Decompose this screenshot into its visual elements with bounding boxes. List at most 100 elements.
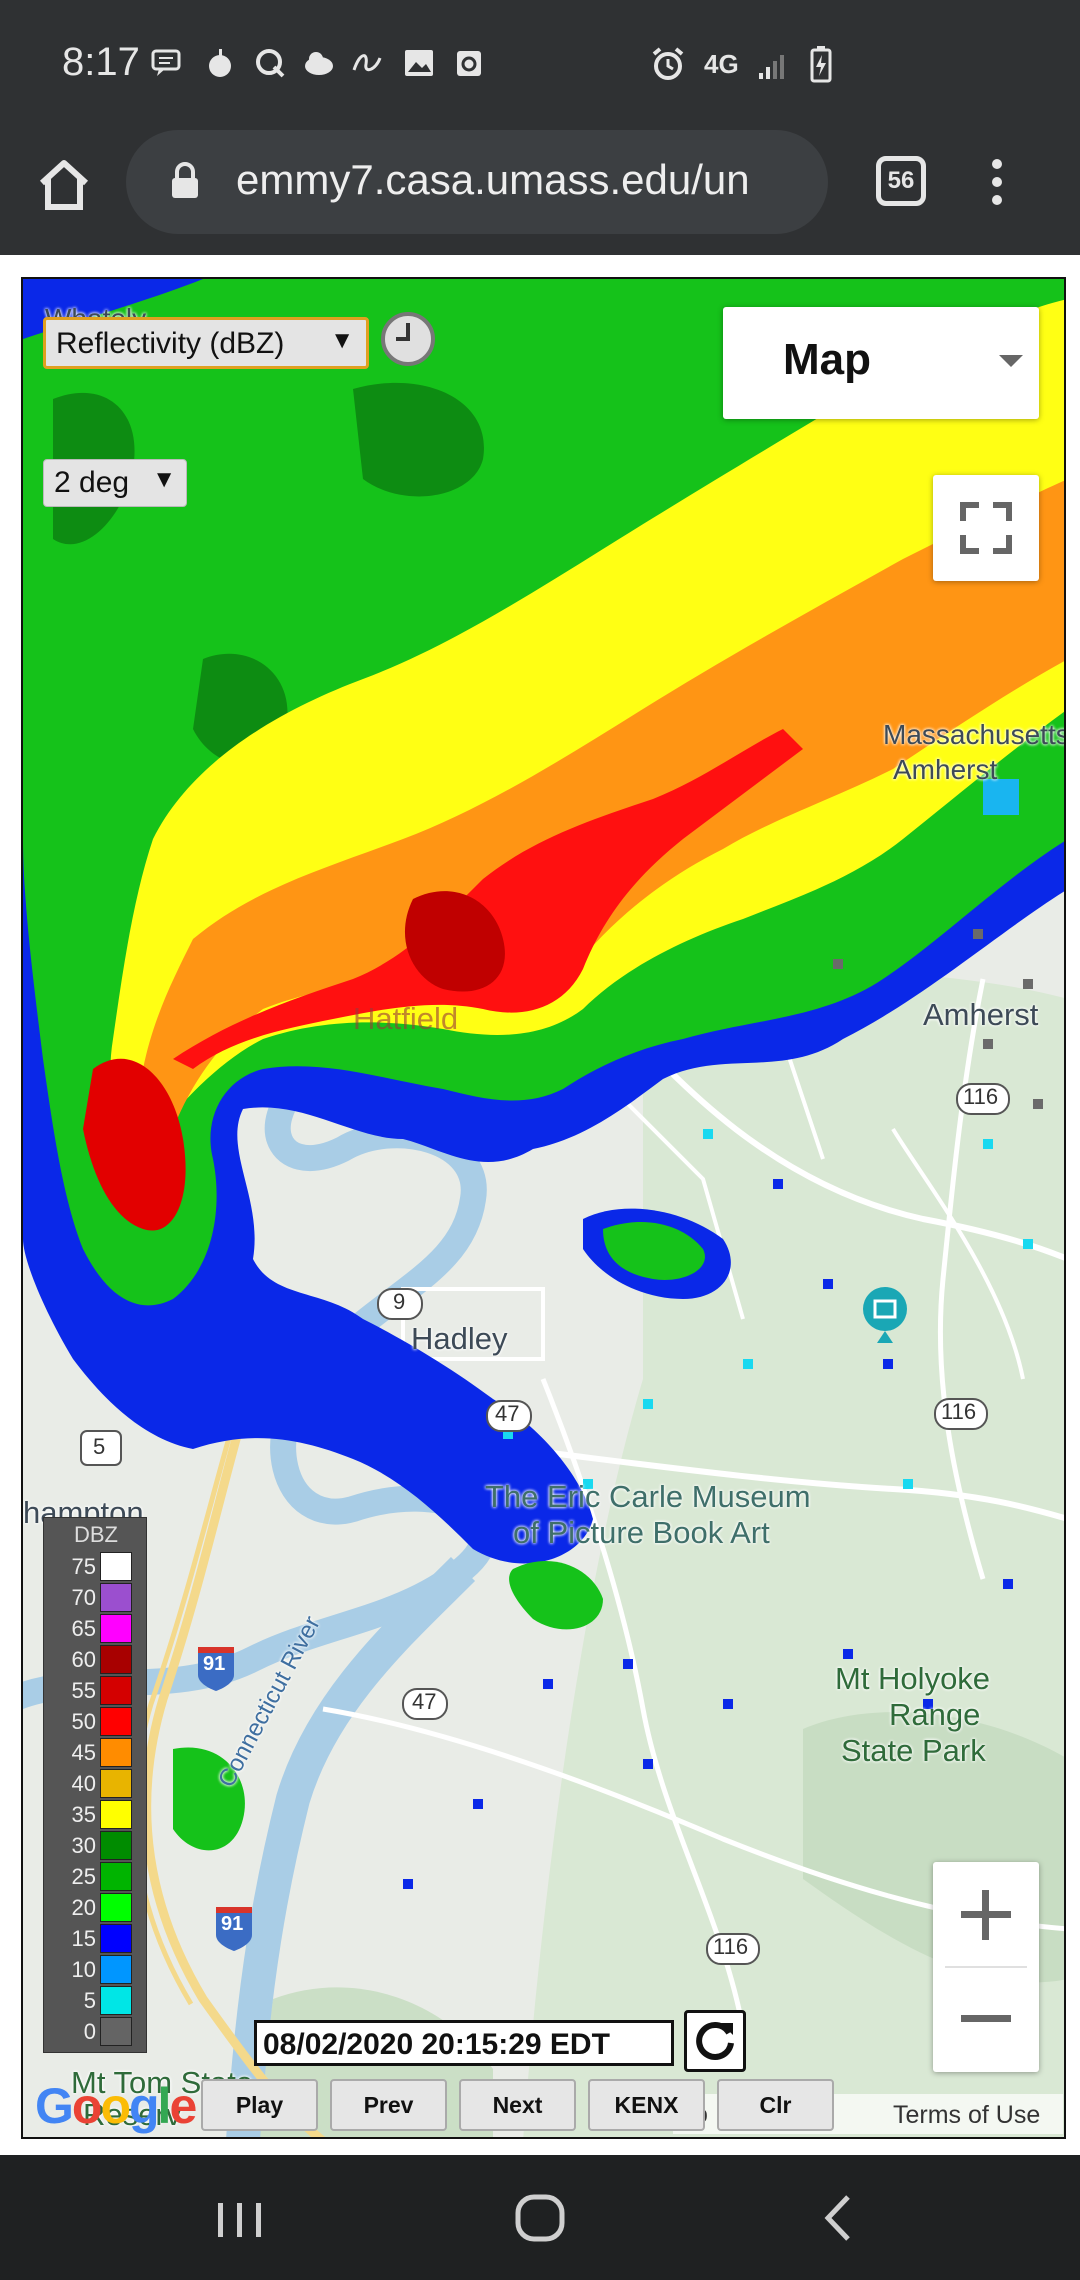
legend-swatch: [100, 1769, 132, 1798]
kenx-button[interactable]: KENX: [588, 2079, 705, 2131]
legend-value: 55: [71, 1678, 96, 1703]
legend-swatch: [100, 1893, 132, 1922]
fullscreen-button[interactable]: [933, 475, 1039, 581]
legend-swatch: [100, 1800, 132, 1829]
home-nav-button[interactable]: [500, 2185, 580, 2251]
radar-map[interactable]: Whately Massachusetts Amherst Amherst Ha…: [21, 277, 1066, 2139]
back-arrow-icon: [824, 2195, 850, 2241]
legend-row: 10: [44, 1955, 148, 1986]
route-91-label: 91: [203, 1653, 226, 1675]
product-select-value: Reflectivity (dBZ): [56, 327, 285, 360]
route-116-label: 116: [941, 1399, 977, 1424]
recents-button[interactable]: [200, 2185, 280, 2251]
zoom-out-button[interactable]: [933, 1968, 1039, 2072]
lock-icon: [172, 162, 198, 198]
route-91-label: 91: [221, 1913, 244, 1935]
web-page: Whately Massachusetts Amherst Amherst Ha…: [0, 255, 1080, 2155]
overflow-menu-button[interactable]: [982, 153, 1012, 213]
google-logo[interactable]: Google: [35, 2077, 197, 2135]
legend-swatch: [100, 1924, 132, 1953]
signal-icon: [758, 55, 784, 79]
image-icon: [402, 46, 436, 80]
menu-dot: [992, 159, 1002, 169]
legend-value: 45: [71, 1740, 96, 1765]
map-label-mt-holyoke-3: State Park: [841, 1733, 986, 1768]
legend-row: 15: [44, 1924, 148, 1955]
message-icon: [150, 46, 184, 80]
prev-button[interactable]: Prev: [330, 2079, 447, 2131]
map-label-mt-holyoke-1: Mt Holyoke: [835, 1661, 991, 1696]
legend-row: 70: [44, 1583, 148, 1614]
legend-value: 15: [71, 1926, 96, 1951]
system-nav-bar: [0, 2155, 1080, 2280]
legend-swatch: [100, 1738, 132, 1767]
legend-value: 10: [71, 1957, 96, 1982]
product-select[interactable]: Reflectivity (dBZ) ▼: [43, 317, 369, 369]
zoom-control: [933, 1862, 1039, 2072]
legend-swatch: [100, 1583, 132, 1612]
map-label-hatfield: Hatfield: [353, 1001, 459, 1036]
legend-value: 65: [71, 1616, 96, 1641]
refresh-button[interactable]: [684, 2010, 746, 2072]
legend-swatch: [100, 1614, 132, 1643]
legend-swatch: [100, 1955, 132, 1984]
tilt-select[interactable]: 2 deg ▼: [43, 459, 187, 507]
map-canvas: [23, 279, 1064, 2137]
url-text[interactable]: emmy7.casa.umass.edu/un: [236, 156, 816, 204]
legend-value: 0: [83, 2019, 96, 2044]
legend-swatch: [100, 1862, 132, 1891]
route-116-label: 116: [713, 1934, 749, 1959]
zoom-in-button[interactable]: [933, 1862, 1039, 1966]
clear-button[interactable]: Clr: [717, 2079, 834, 2131]
tab-switcher-button[interactable]: 56: [876, 156, 926, 206]
legend-value: 70: [71, 1585, 96, 1610]
clock-icon[interactable]: [380, 311, 436, 367]
legend-row: 50: [44, 1707, 148, 1738]
q-icon: [253, 46, 287, 80]
apple-icon: [203, 46, 237, 80]
dbz-legend: DBZ 75 70 65 60 55 50 45 40 35 30 25 20 15 10 5 0: [43, 1517, 147, 2053]
timestamp-field: 08/02/2020 20:15:29 EDT: [254, 2020, 674, 2066]
play-button[interactable]: Play: [201, 2079, 318, 2131]
cloud-icon: [302, 46, 336, 80]
plus-icon: [961, 1890, 1011, 1940]
map-label-mt-holyoke-2: Range: [889, 1697, 981, 1732]
legend-value: 40: [71, 1771, 96, 1796]
legend-value: 30: [71, 1833, 96, 1858]
legend-value: 25: [71, 1864, 96, 1889]
dropdown-arrow-icon: ▼: [330, 327, 354, 354]
legend-swatch: [100, 1645, 132, 1674]
menu-dot: [992, 195, 1002, 205]
status-bar: 8:17 4G: [0, 0, 1080, 125]
alarm-icon: [652, 47, 684, 80]
back-button[interactable]: [800, 2185, 880, 2251]
legend-swatch: [100, 1707, 132, 1736]
legend-value: 5: [83, 1988, 96, 2013]
home-icon: [39, 160, 89, 210]
route-9-label: 9: [393, 1289, 406, 1314]
legend-swatch: [100, 1986, 132, 2015]
status-time: 8:17: [62, 40, 140, 84]
legend-value: 50: [71, 1709, 96, 1734]
next-button[interactable]: Next: [459, 2079, 576, 2131]
home-button[interactable]: [34, 155, 94, 215]
calendar-icon: [452, 46, 486, 80]
route-116-label: 116: [963, 1084, 999, 1109]
legend-swatch: [100, 1552, 132, 1581]
legend-swatch: [100, 1831, 132, 1860]
legend-swatch: [100, 1676, 132, 1705]
swirl-icon: [350, 46, 384, 80]
browser-toolbar: emmy7.casa.umass.edu/un 56: [0, 125, 1080, 255]
map-label-museum-line1: The Eric Carle Museum: [485, 1479, 811, 1514]
legend-row: 75: [44, 1552, 148, 1583]
map-label-massachusetts: Massachusetts: [883, 719, 1066, 750]
menu-dot: [992, 177, 1002, 187]
address-bar[interactable]: emmy7.casa.umass.edu/un: [126, 130, 828, 234]
legend-row: 20: [44, 1893, 148, 1924]
legend-row: 5: [44, 1986, 148, 2017]
terms-of-use-link[interactable]: Terms of Use: [893, 2101, 1040, 2130]
legend-value: 60: [71, 1647, 96, 1672]
route-47-label: 47: [412, 1689, 437, 1714]
map-type-select[interactable]: Map: [723, 307, 1039, 419]
route-5-label: 5: [93, 1434, 106, 1459]
